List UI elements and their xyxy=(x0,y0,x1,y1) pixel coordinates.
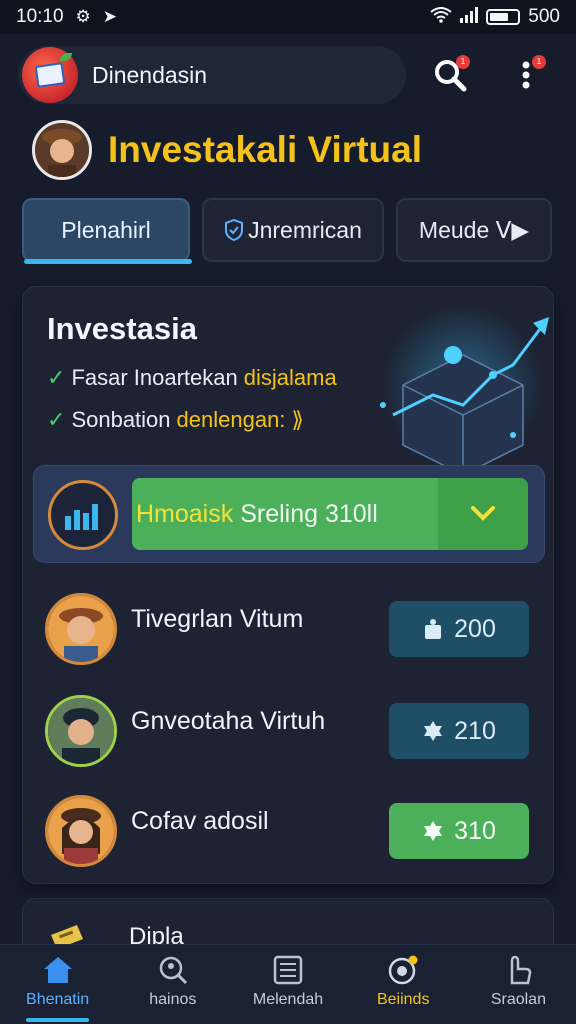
avatar xyxy=(45,695,117,767)
nav-item-beiinds[interactable]: Beiinds xyxy=(346,945,461,1024)
hand-icon xyxy=(511,955,532,985)
check-icon: ✓ xyxy=(47,407,66,432)
nav-label: hainos xyxy=(149,991,197,1008)
app-name: Dinendasin xyxy=(92,61,208,88)
nav-label: Bhenatin xyxy=(26,991,90,1008)
tab-meude[interactable]: Meude ᐯ▶ xyxy=(396,198,552,262)
list-item[interactable]: Gnveotaha Virtuh 210 xyxy=(45,695,535,775)
more-vertical-icon xyxy=(522,61,530,89)
tab-label: Jnremrican xyxy=(248,216,362,243)
target-icon xyxy=(388,955,418,985)
feature-highlight: denlengan: ⟫ xyxy=(176,407,304,432)
tab-label: Meude ᐯ▶ xyxy=(418,216,530,243)
nav-item-hainos[interactable]: hainos xyxy=(115,945,230,1024)
search-button[interactable]: 1 xyxy=(428,53,472,97)
status-bar: 10:10 ⚙ ➤ 500 xyxy=(0,0,576,34)
profile-avatar[interactable] xyxy=(32,120,92,180)
value-badge[interactable]: 200 xyxy=(389,601,529,657)
promo-banner: Hmoaisk Sreling 310ll xyxy=(33,465,545,563)
nav-label: Beiinds xyxy=(376,991,430,1008)
tab-bar: Plenahirl Jnremrican Meude ᐯ▶ xyxy=(22,198,554,266)
check-icon: ✓ xyxy=(47,365,66,390)
promo-action-button[interactable]: Hmoaisk Sreling 310ll xyxy=(132,478,528,550)
list-item[interactable]: Cofav adosil 310 xyxy=(45,795,535,875)
page-title: Investakali Virtual xyxy=(108,129,422,170)
status-time: 10:10 xyxy=(16,6,64,27)
more-menu-button[interactable]: 1 xyxy=(504,53,548,97)
app-logo-icon xyxy=(22,47,78,103)
signal-icon xyxy=(460,6,479,28)
feature-line-2: ✓ Sonbation denlengan: ⟫ xyxy=(47,407,304,433)
search-notification-badge: 1 xyxy=(456,55,470,69)
tab-label: Plenahirl xyxy=(61,216,151,243)
battery-icon xyxy=(486,9,521,25)
shield-icon xyxy=(225,219,244,241)
tab-plenahirl[interactable]: Plenahirl xyxy=(22,198,192,264)
nav-item-home[interactable]: Bhenatin xyxy=(0,945,115,1024)
nav-label: Melendah xyxy=(252,991,324,1008)
value-badge[interactable]: 310 xyxy=(389,803,529,859)
app-header: Dinendasin 1 1 xyxy=(18,44,558,106)
app-title-pill[interactable]: Dinendasin xyxy=(18,46,406,104)
list-item-name: Gnveotaha Virtuh xyxy=(131,707,326,735)
tab-jnremrican[interactable]: Jnremrican xyxy=(202,198,384,262)
feature-text: Fasar Inoartekan xyxy=(71,365,238,390)
badge-icon xyxy=(424,821,443,841)
nav-label: Sraolan xyxy=(490,991,546,1008)
promo-label: Hmoaisk Sreling 310ll xyxy=(136,499,378,528)
value-badge[interactable]: 210 xyxy=(389,703,529,759)
title-row: Investakali Virtual xyxy=(32,120,422,180)
avatar xyxy=(45,593,117,665)
nav-arrow-status-icon: ➤ xyxy=(102,7,118,26)
chart-cube-illustration xyxy=(380,305,549,475)
nav-item-sraolan[interactable]: Sraolan xyxy=(461,945,576,1024)
feature-line-1: ✓ Fasar Inoartekan disjalama xyxy=(47,365,337,391)
bottom-navigation: Bhenatin hainos Melendah Beiinds Sraolan xyxy=(0,944,576,1024)
bag-icon xyxy=(425,619,442,639)
home-icon xyxy=(43,957,72,983)
avatar xyxy=(45,795,117,867)
list-item[interactable]: Tivegrlan Vitum 200 xyxy=(45,593,535,673)
list-doc-icon xyxy=(273,955,303,985)
feature-text: Sonbation xyxy=(71,407,171,432)
status-battery-text: 500 xyxy=(528,6,560,27)
menu-notification-badge: 1 xyxy=(532,55,546,69)
settings-status-icon: ⚙ xyxy=(75,7,91,26)
feature-highlight: disjalama xyxy=(243,365,337,390)
nav-item-melendah[interactable]: Melendah xyxy=(230,945,345,1024)
badge-icon xyxy=(424,721,443,741)
bar-chart-icon xyxy=(48,480,118,550)
card-title: Investasia xyxy=(47,311,197,346)
list-item-name: Cofav adosil xyxy=(131,807,269,835)
list-item-name: Tivegrlan Vitum xyxy=(131,605,304,633)
wifi-icon xyxy=(430,6,452,28)
chevron-down-icon xyxy=(438,478,528,550)
search-user-icon xyxy=(159,956,187,985)
investment-card: Investasia ✓ Fasar Inoartekan disjalama … xyxy=(22,286,554,884)
